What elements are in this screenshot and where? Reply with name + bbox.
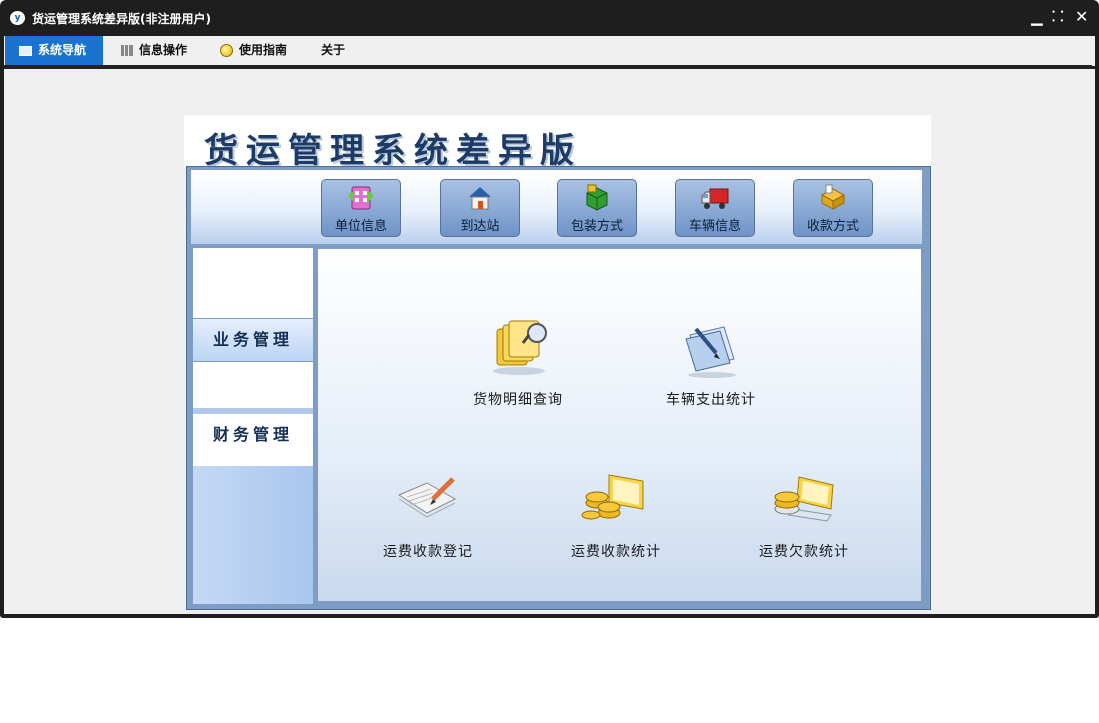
window-title: 货运管理系统差异版(非注册用户) xyxy=(32,12,211,26)
app-logo-icon: y xyxy=(10,11,25,25)
payment-method-button[interactable]: 收款方式 xyxy=(793,179,873,237)
button-label: 单位信息 xyxy=(334,219,387,234)
navigation-panel: 单位信息 到达站 包装方式 车辆信息 收款方式 业务管理 财务管理 货物明细查询… xyxy=(186,166,931,610)
freight-payment-statistics[interactable]: 运费收款统计 xyxy=(556,469,676,561)
restore-button[interactable]: ⸬ xyxy=(1052,8,1064,26)
building-icon xyxy=(348,186,374,210)
tab-label: 使用指南 xyxy=(239,43,288,57)
minimize-button[interactable]: ▁ xyxy=(1031,8,1043,26)
house-icon xyxy=(469,187,491,210)
feature-label: 运费收款登记 xyxy=(383,544,473,560)
tab-info-operations[interactable]: 信息操作 xyxy=(109,36,207,65)
tab-system-navigation[interactable]: 系统导航 xyxy=(5,36,103,65)
cargo-detail-query[interactable]: 货物明细查询 xyxy=(458,317,578,409)
button-label: 车辆信息 xyxy=(688,219,741,234)
close-button[interactable]: ✕ xyxy=(1075,8,1088,26)
tab-label: 信息操作 xyxy=(139,43,188,57)
tab-user-guide[interactable]: 使用指南 xyxy=(210,36,308,65)
sidebar-bottom-area xyxy=(193,466,313,604)
feature-area: 货物明细查询 车辆支出统计 运费收款登记 运费收款统计 运费欠款统计 xyxy=(317,248,922,602)
vehicle-info-button[interactable]: 车辆信息 xyxy=(675,179,755,237)
register-pen-icon xyxy=(397,477,457,518)
toolbar: 单位信息 到达站 包装方式 车辆信息 收款方式 xyxy=(191,170,922,244)
sidebar: 业务管理 财务管理 xyxy=(193,248,313,604)
coins-laptop-icon xyxy=(581,474,644,520)
coins-stack-icon xyxy=(774,476,834,522)
monitor-icon xyxy=(19,45,32,56)
freight-payment-registration[interactable]: 运费收款登记 xyxy=(368,469,488,561)
title-bar[interactable]: y 货运管理系统差异版(非注册用户) ▁ ⸬ ✕ xyxy=(0,0,1099,36)
document-pen-icon xyxy=(685,326,736,378)
tab-about[interactable]: 关于 xyxy=(308,36,358,65)
packaging-method-button[interactable]: 包装方式 xyxy=(557,179,637,237)
truck-icon xyxy=(701,188,729,209)
freight-arrears-statistics[interactable]: 运费欠款统计 xyxy=(744,469,864,561)
header-banner: 货运管理系统差异版 xyxy=(184,115,931,171)
button-label: 到达站 xyxy=(460,219,500,234)
feature-label: 车辆支出统计 xyxy=(666,392,756,408)
bulb-icon xyxy=(220,44,233,57)
button-label: 包装方式 xyxy=(570,219,623,234)
unit-info-button[interactable]: 单位信息 xyxy=(321,179,401,237)
vehicle-expense-statistics[interactable]: 车辆支出统计 xyxy=(651,317,771,409)
tab-label: 系统导航 xyxy=(38,43,87,57)
sidebar-item-finance-management[interactable]: 财务管理 xyxy=(193,414,313,456)
page-title: 货运管理系统差异版 xyxy=(204,131,582,171)
sidebar-item-business-management[interactable]: 业务管理 xyxy=(193,318,313,362)
feature-label: 运费收款统计 xyxy=(571,544,661,560)
feature-label: 运费欠款统计 xyxy=(759,544,849,560)
arrival-station-button[interactable]: 到达站 xyxy=(440,179,520,237)
grid-icon xyxy=(121,45,133,56)
button-label: 收款方式 xyxy=(806,219,859,234)
feature-label: 货物明细查询 xyxy=(473,392,563,408)
payment-icon xyxy=(820,184,846,210)
menu-bar: 系统导航 信息操作 使用指南 关于 xyxy=(4,36,1095,66)
folder-search-icon xyxy=(493,320,547,375)
package-icon xyxy=(586,184,608,211)
